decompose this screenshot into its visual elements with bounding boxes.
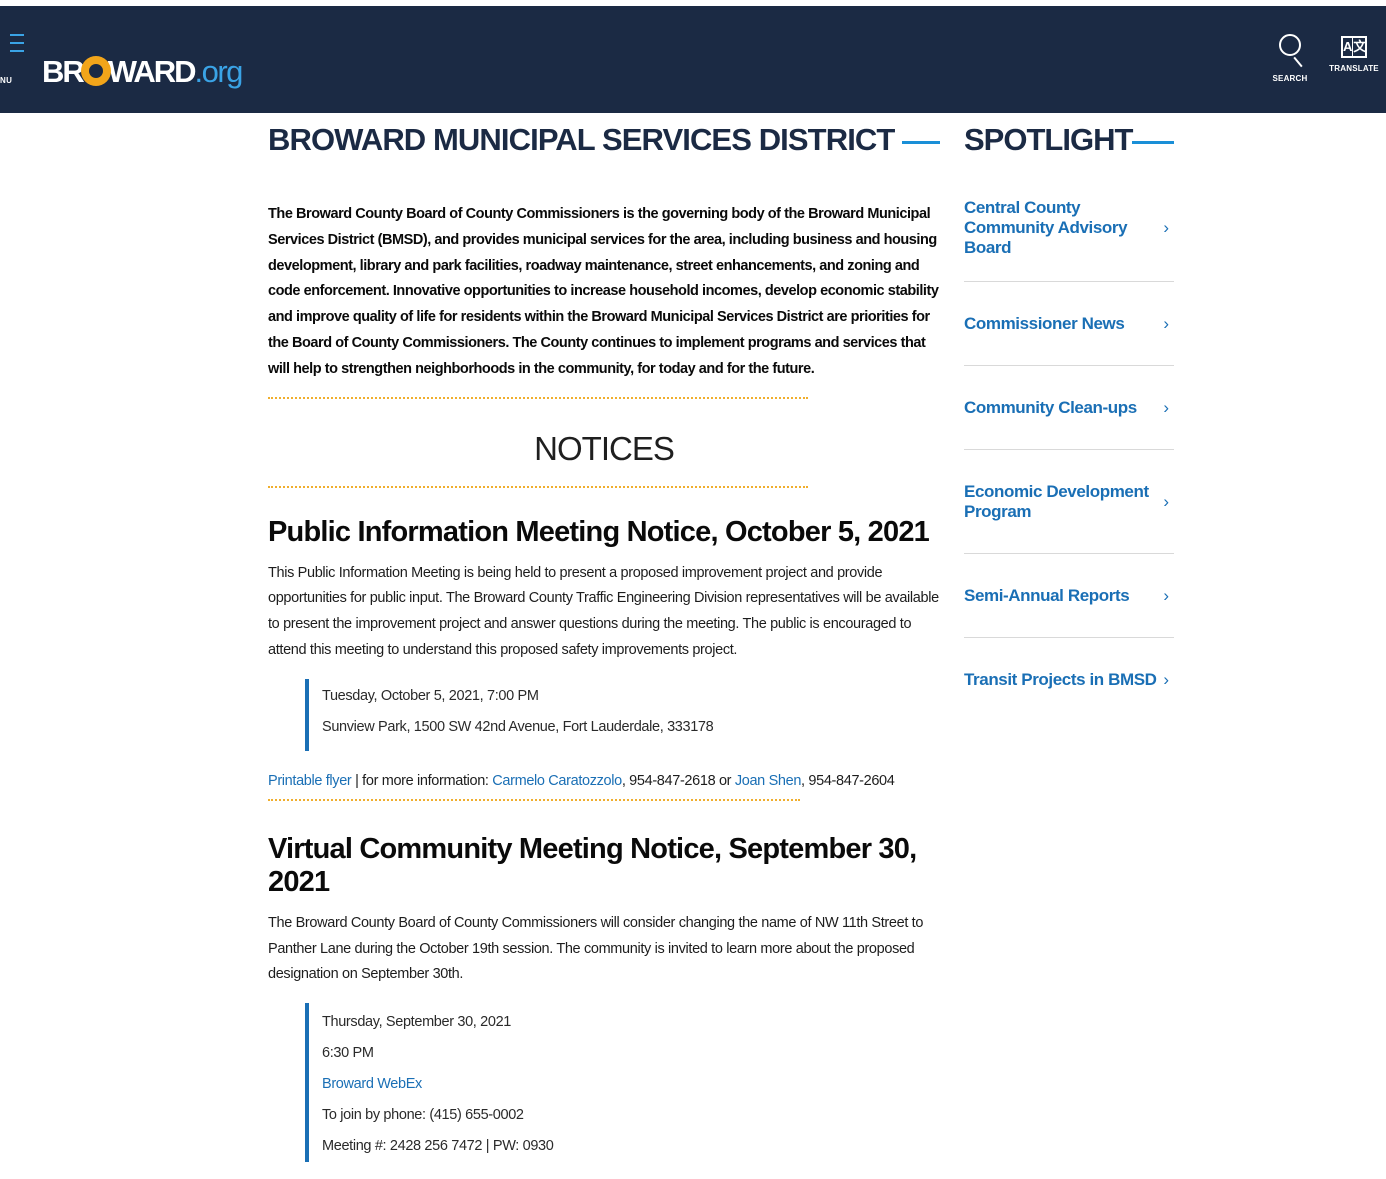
dotted-divider	[268, 396, 808, 399]
chevron-right-icon: ›	[1163, 397, 1169, 417]
spotlight-rule	[1132, 140, 1174, 144]
dotted-divider	[268, 798, 800, 801]
notice-title: Virtual Community Meeting Notice, Septem…	[268, 832, 917, 898]
menu-button[interactable]: NU	[0, 32, 26, 92]
spotlight-item-central-county-advisory-board[interactable]: Central County Community Advisory Board …	[964, 174, 1174, 282]
spotlight-item-label: Semi-Annual Reports	[964, 585, 1130, 605]
chevron-right-icon: ›	[1163, 670, 1169, 689]
logo-text-ward: WARD	[107, 54, 197, 89]
webex-link[interactable]: Broward WebEx	[322, 1069, 940, 1100]
translate-icon-cjk: 文	[1352, 38, 1367, 56]
more-info-text: | for more information:	[351, 772, 493, 789]
notice-details: Thursday, September 30, 2021 6:30 PM Bro…	[305, 1003, 940, 1163]
notice-phone: To join by phone: (415) 655-0002	[322, 1107, 524, 1124]
chevron-right-icon: ›	[1163, 491, 1169, 511]
contact-phone-2: , 954-847-2604	[801, 772, 895, 789]
search-icon	[1275, 30, 1305, 70]
page-title: BROWARD MUNICIPAL SERVICES DISTRICT	[268, 122, 895, 157]
spotlight-item-label: Community Clean-ups	[964, 397, 1137, 417]
translate-button[interactable]: A 文 TRANSLATE	[1326, 30, 1382, 73]
notice-time: 6:30 PM	[322, 1045, 374, 1062]
spotlight-item-label: Transit Projects in BMSD	[964, 670, 1157, 689]
spotlight-item-label: Central County Community Advisory Board	[964, 197, 1128, 257]
hamburger-icon-bar	[10, 50, 24, 52]
notice-date-time: Tuesday, October 5, 2021, 7:00 PM	[322, 687, 539, 704]
notices-heading: NOTICES	[534, 429, 675, 467]
chevron-right-icon: ›	[1163, 313, 1169, 333]
logo-text-org: .org	[194, 54, 244, 89]
search-button[interactable]: SEARCH	[1262, 30, 1318, 83]
spotlight-item-semi-annual-reports[interactable]: Semi-Annual Reports ›	[964, 554, 1174, 638]
notice-title: Public Information Meeting Notice, Octob…	[268, 515, 930, 548]
spotlight-title: SPOTLIGHT	[964, 122, 1133, 157]
notice-contact-line: Printable flyer | for more information: …	[268, 773, 940, 789]
spotlight-item-label: Economic Development Program	[964, 481, 1149, 521]
main-content: BROWARD MUNICIPAL SERVICES DISTRICT The …	[268, 118, 940, 1163]
logo-text-br: BR	[42, 54, 85, 89]
contact-phone-1: , 954-847-2618 or	[621, 772, 735, 789]
spotlight-list: Central County Community Advisory Board …	[964, 174, 1174, 722]
notice-details: Tuesday, October 5, 2021, 7:00 PM Sunvie…	[305, 678, 940, 751]
contact-link-shen[interactable]: Joan Shen	[735, 773, 802, 789]
sun-logo-icon	[80, 56, 111, 86]
chevron-right-icon: ›	[1163, 217, 1169, 237]
contact-link-caratozzolo[interactable]: Carmelo Caratozzolo	[492, 773, 622, 789]
spotlight-item-transit-projects[interactable]: Transit Projects in BMSD ›	[964, 638, 1174, 722]
intro-paragraph: The Broward County Board of County Commi…	[268, 206, 939, 377]
chevron-right-icon: ›	[1163, 585, 1169, 605]
translate-icon-latin: A	[1343, 39, 1353, 54]
search-label: SEARCH	[1272, 74, 1308, 83]
dotted-divider	[268, 485, 808, 488]
spotlight-item-economic-development[interactable]: Economic Development Program ›	[964, 450, 1174, 554]
site-header: NU BR WARD .org SEARCH A 文 TRANSLATE	[0, 6, 1386, 113]
spotlight-item-commissioner-news[interactable]: Commissioner News ›	[964, 282, 1174, 366]
menu-label: NU	[0, 76, 13, 85]
notice-location: Sunview Park, 1500 SW 42nd Avenue, Fort …	[322, 718, 714, 735]
hamburger-icon-bar	[10, 42, 24, 44]
printable-flyer-link[interactable]: Printable flyer	[268, 773, 352, 789]
hamburger-icon	[10, 34, 24, 36]
spotlight-item-label: Commissioner News	[964, 313, 1125, 333]
notice-body: This Public Information Meeting is being…	[268, 564, 939, 658]
spotlight-heading: SPOTLIGHT	[964, 118, 1174, 162]
notice-date: Thursday, September 30, 2021	[322, 1014, 512, 1031]
spotlight-sidebar: SPOTLIGHT Central County Community Advis…	[964, 118, 1174, 722]
translate-icon: A 文	[1341, 36, 1367, 58]
notice-meeting-id: Meeting #: 2428 256 7472 | PW: 0930	[322, 1138, 554, 1155]
broward-logo[interactable]: BR WARD .org	[42, 46, 244, 90]
title-rule	[902, 140, 940, 144]
translate-label: TRANSLATE	[1329, 64, 1379, 73]
notice-body: The Broward County Board of County Commi…	[268, 914, 924, 983]
spotlight-item-community-clean-ups[interactable]: Community Clean-ups ›	[964, 366, 1174, 450]
section-heading: BROWARD MUNICIPAL SERVICES DISTRICT	[268, 118, 940, 162]
